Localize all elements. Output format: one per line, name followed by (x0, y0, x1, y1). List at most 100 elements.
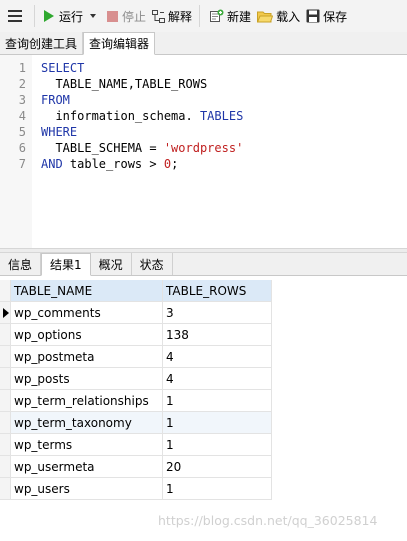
toolbar-separator (199, 5, 201, 27)
table-row[interactable]: wp_options 138 (0, 324, 407, 346)
line-number: 1 (18, 61, 26, 75)
load-label: 载入 (276, 9, 301, 24)
cell-table-name[interactable]: wp_options (11, 324, 163, 346)
row-indicator[interactable] (0, 390, 11, 412)
row-indicator[interactable] (0, 324, 11, 346)
run-label: 运行 (59, 9, 84, 24)
stop-button[interactable]: 停止 (104, 0, 149, 32)
sql-token: TABLE_SCHEMA = (41, 141, 164, 155)
sql-token: TABLE_NAME,TABLE_ROWS (41, 77, 208, 91)
cell-table-rows[interactable]: 1 (163, 434, 272, 456)
cell-table-rows[interactable]: 1 (163, 478, 272, 500)
cell-table-name[interactable]: wp_postmeta (11, 346, 163, 368)
cell-table-name[interactable]: wp_users (11, 478, 163, 500)
sql-token: information_schema. (41, 109, 200, 123)
tab-result-1[interactable]: 结果1 (41, 253, 91, 276)
table-row[interactable]: wp_postmeta 4 (0, 346, 407, 368)
sql-keyword: WHERE (41, 125, 78, 139)
sql-keyword: TABLES (199, 109, 244, 123)
row-indicator[interactable] (0, 478, 11, 500)
row-indicator[interactable] (0, 368, 11, 390)
row-indicator[interactable] (0, 412, 11, 434)
column-header-table-rows[interactable]: TABLE_ROWS (163, 280, 272, 302)
code-line: 6 TABLE_SCHEMA = 'wordpress' (0, 140, 407, 156)
sql-keyword: SELECT (41, 61, 85, 75)
save-icon (306, 9, 320, 23)
sql-keyword: AND (41, 157, 63, 171)
table-row[interactable]: wp_term_taxonomy 1 (0, 412, 407, 434)
cell-table-rows[interactable]: 3 (163, 302, 272, 324)
tab-query-builder[interactable]: 查询创建工具 (0, 32, 84, 54)
table-row[interactable]: wp_terms 1 (0, 434, 407, 456)
load-button[interactable]: 载入 (254, 0, 303, 32)
new-button[interactable]: 新建 (206, 0, 254, 32)
play-icon (44, 10, 54, 22)
run-button[interactable]: 运行 (41, 0, 86, 32)
table-row[interactable]: wp_posts 4 (0, 368, 407, 390)
stop-label: 停止 (122, 9, 147, 24)
cell-table-rows[interactable]: 4 (163, 368, 272, 390)
table-row[interactable]: wp_users 1 (0, 478, 407, 500)
explain-icon (152, 9, 166, 23)
code-text: SELECT (41, 60, 84, 76)
tab-info[interactable]: 信息 (0, 253, 42, 275)
tab-status[interactable]: 状态 (132, 253, 173, 275)
table-row[interactable]: wp_usermeta 20 (0, 456, 407, 478)
line-number: 7 (18, 157, 26, 171)
stop-icon (107, 10, 119, 22)
cell-table-name[interactable]: wp_terms (11, 434, 163, 456)
column-header-table-name[interactable]: TABLE_NAME (11, 280, 163, 302)
code-text: FROM (41, 92, 70, 108)
hamburger-icon (8, 10, 22, 22)
run-dropdown-chevron-icon[interactable] (90, 14, 97, 18)
cell-table-name[interactable]: wp_comments (11, 302, 163, 324)
editor-tab-bar: 查询创建工具 查询编辑器 (0, 32, 407, 55)
save-button[interactable]: 保存 (303, 0, 350, 32)
row-indicator[interactable] (0, 434, 11, 456)
code-text: TABLE_SCHEMA = 'wordpress' (41, 140, 243, 156)
row-indicator[interactable] (0, 346, 11, 368)
line-number: 2 (18, 77, 26, 91)
toolbar-separator (34, 5, 35, 27)
sql-editor[interactable]: 1 SELECT 2 TABLE_NAME,TABLE_ROWS 3 FROM 4 inf… (0, 55, 407, 248)
row-indicator[interactable] (0, 302, 11, 324)
new-query-icon (210, 9, 224, 22)
sql-number: 0 (163, 157, 172, 171)
explain-label: 解释 (168, 9, 193, 24)
cell-table-name[interactable]: wp_term_taxonomy (11, 412, 163, 434)
line-number: 6 (18, 141, 26, 155)
explain-button[interactable]: 解释 (149, 0, 195, 32)
cell-table-rows[interactable]: 1 (163, 390, 272, 412)
table-row[interactable]: wp_term_relationships 1 (0, 390, 407, 412)
new-label: 新建 (227, 9, 252, 24)
row-indicator[interactable] (0, 456, 11, 478)
result-grid: TABLE_NAME TABLE_ROWS wp_comments 3 wp_opt… (0, 280, 407, 500)
cell-table-name[interactable]: wp_usermeta (11, 456, 163, 478)
code-line: 1 SELECT (0, 60, 407, 76)
cell-table-name[interactable]: wp_posts (11, 368, 163, 390)
cell-table-rows[interactable]: 1 (163, 412, 272, 434)
code-text: WHERE (41, 124, 77, 140)
cell-table-rows[interactable]: 20 (163, 456, 272, 478)
code-line: 5 WHERE (0, 124, 407, 140)
code-line: 4 information_schema. TABLES (0, 108, 407, 124)
sql-token: table_rows > (62, 157, 164, 171)
code-text: TABLE_NAME,TABLE_ROWS (41, 76, 207, 92)
cell-table-rows[interactable]: 4 (163, 346, 272, 368)
toolbar: 运行 停止 解释 新建 载入 保存 (0, 0, 407, 32)
code-line: 3 FROM (0, 92, 407, 108)
grid-header-row: TABLE_NAME TABLE_ROWS (0, 280, 407, 302)
sql-token: ; (171, 157, 179, 171)
menu-button[interactable] (0, 0, 30, 32)
watermark: https://blog.csdn.net/qq_36025814 (158, 513, 378, 528)
line-number: 3 (18, 93, 26, 107)
code-text: information_schema. TABLES (41, 108, 243, 124)
tab-query-editor[interactable]: 查询编辑器 (83, 32, 156, 55)
result-tab-bar: 信息 结果1 概况 状态 (0, 253, 407, 276)
cell-table-name[interactable]: wp_term_relationships (11, 390, 163, 412)
line-number: 4 (18, 109, 26, 123)
tab-profile[interactable]: 概况 (91, 253, 132, 275)
table-row[interactable]: wp_comments 3 (0, 302, 407, 324)
save-label: 保存 (323, 9, 348, 24)
cell-table-rows[interactable]: 138 (163, 324, 272, 346)
